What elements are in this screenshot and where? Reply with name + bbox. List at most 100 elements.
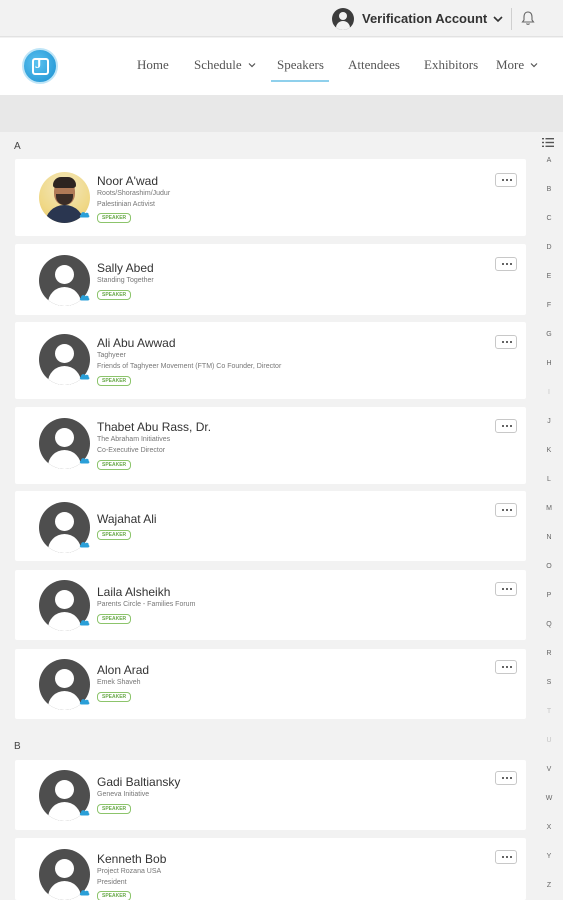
az-letter[interactable]: F (539, 302, 559, 309)
speaker-card[interactable]: Gadi Baltiansky Geneva Initiative SPEAKE… (15, 760, 526, 830)
az-letter[interactable]: R (539, 650, 559, 657)
account-avatar-icon (332, 7, 354, 30)
list-view-icon[interactable] (542, 137, 554, 148)
more-options-button[interactable] (495, 503, 517, 517)
speaker-card[interactable]: Wajahat Ali SPEAKER (15, 491, 526, 561)
section-letter: B (14, 741, 21, 752)
az-letter[interactable]: J (539, 418, 559, 425)
speaker-card[interactable]: Noor A'wad Roots/Shorashim/Judur Palesti… (15, 159, 526, 236)
nav-home-label: Home (137, 57, 169, 72)
speaker-organization: Emek Shaveh (97, 679, 141, 686)
speaker-name: Alon Arad (97, 663, 150, 677)
az-letter[interactable]: D (539, 244, 559, 251)
cloud-icon (79, 212, 90, 218)
speaker-organization: Parents Circle - Families Forum (97, 601, 196, 608)
speaker-card[interactable]: Laila Alsheikh Parents Circle - Families… (15, 570, 526, 640)
chevron-down-icon (248, 63, 256, 68)
nav-schedule-label: Schedule (194, 57, 242, 72)
az-letter[interactable]: Y (539, 853, 559, 860)
speaker-badge: SPEAKER (97, 376, 132, 386)
speaker-name: Sally Abed (97, 261, 154, 275)
speaker-card[interactable]: Sally Abed Standing Together SPEAKER (15, 244, 526, 315)
speaker-name: Wajahat Ali (97, 512, 157, 526)
az-letter[interactable]: U (539, 737, 559, 744)
cloud-icon (79, 458, 90, 464)
az-letter[interactable]: V (539, 766, 559, 773)
az-letter[interactable]: Z (539, 882, 559, 889)
more-options-button[interactable] (495, 582, 517, 596)
nav-speakers[interactable]: Speakers (277, 57, 324, 73)
speaker-title: Friends of Taghyeer Movement (FTM) Co Fo… (97, 363, 282, 370)
speaker-title: Palestinian Activist (97, 201, 155, 208)
account-menu[interactable]: Verification Account (332, 7, 503, 30)
speaker-badge: SPEAKER (97, 530, 132, 540)
az-letter[interactable]: E (539, 273, 559, 280)
speaker-organization: Roots/Shorashim/Judur (97, 190, 171, 197)
az-letter[interactable]: I (539, 389, 559, 396)
nav-more[interactable]: More (496, 57, 538, 73)
speaker-badge: SPEAKER (97, 290, 132, 300)
more-options-button[interactable] (495, 660, 517, 674)
cloud-icon (79, 699, 90, 705)
nav-attendees[interactable]: Attendees (348, 57, 400, 73)
nav-more-label: More (496, 57, 525, 72)
more-options-button[interactable] (495, 771, 517, 785)
az-letter[interactable]: T (539, 708, 559, 715)
nav-attendees-label: Attendees (348, 57, 400, 72)
az-letter[interactable]: N (539, 534, 559, 541)
divider (511, 8, 512, 30)
speaker-organization: Project Rozana USA (97, 868, 162, 875)
cloud-icon (79, 620, 90, 626)
az-letter[interactable]: G (539, 331, 559, 338)
cloud-icon (79, 374, 90, 380)
more-options-button[interactable] (495, 419, 517, 433)
account-name: Verification Account (362, 11, 488, 26)
az-letter[interactable]: C (539, 215, 559, 222)
cloud-icon (79, 295, 90, 301)
speaker-name: Laila Alsheikh (97, 585, 171, 599)
bell-icon[interactable] (520, 10, 536, 26)
more-options-button[interactable] (495, 257, 517, 271)
speaker-card[interactable]: Alon Arad Emek Shaveh SPEAKER (15, 649, 526, 719)
speaker-card[interactable]: Thabet Abu Rass, Dr. The Abraham Initiat… (15, 407, 526, 484)
more-options-button[interactable] (495, 850, 517, 864)
nav-home[interactable]: Home (137, 57, 169, 73)
az-letter[interactable]: W (539, 795, 559, 802)
speaker-name: Kenneth Bob (97, 852, 167, 866)
speaker-name: Noor A'wad (97, 174, 158, 188)
az-letter[interactable]: A (539, 157, 559, 164)
speaker-badge: SPEAKER (97, 891, 132, 900)
speaker-organization: The Abraham Initiatives (97, 436, 171, 443)
az-letter[interactable]: X (539, 824, 559, 831)
az-letter[interactable]: H (539, 360, 559, 367)
az-letter[interactable]: Q (539, 621, 559, 628)
more-options-button[interactable] (495, 173, 517, 187)
speaker-card[interactable]: Ali Abu Awwad Taghyeer Friends of Taghye… (15, 322, 526, 399)
more-options-button[interactable] (495, 335, 517, 349)
speaker-organization: Taghyeer (97, 352, 126, 359)
speaker-organization: Geneva Initiative (97, 791, 150, 798)
speaker-card[interactable]: Kenneth Bob Project Rozana USA President… (15, 838, 526, 900)
cloud-icon (79, 810, 90, 816)
chevron-down-icon (530, 63, 538, 68)
az-letter[interactable]: O (539, 563, 559, 570)
az-letter[interactable]: L (539, 476, 559, 483)
az-letter[interactable]: P (539, 592, 559, 599)
cloud-icon (79, 890, 90, 896)
main-nav: J Home Schedule Speakers Attendees Exhib… (0, 38, 563, 95)
speaker-badge: SPEAKER (97, 460, 132, 470)
nav-schedule[interactable]: Schedule (194, 57, 256, 73)
cloud-icon (79, 542, 90, 548)
account-bar: Verification Account (0, 0, 563, 37)
az-letter[interactable]: K (539, 447, 559, 454)
speaker-title: Co-Executive Director (97, 447, 166, 454)
section-letter: A (14, 141, 21, 152)
nav-exhibitors[interactable]: Exhibitors (424, 57, 478, 73)
chevron-down-icon (493, 15, 503, 22)
az-letter[interactable]: M (539, 505, 559, 512)
az-letter[interactable]: B (539, 186, 559, 193)
az-letter[interactable]: S (539, 679, 559, 686)
speaker-title: President (97, 879, 127, 886)
speaker-name: Ali Abu Awwad (97, 336, 176, 350)
app-logo[interactable]: J (22, 48, 58, 84)
